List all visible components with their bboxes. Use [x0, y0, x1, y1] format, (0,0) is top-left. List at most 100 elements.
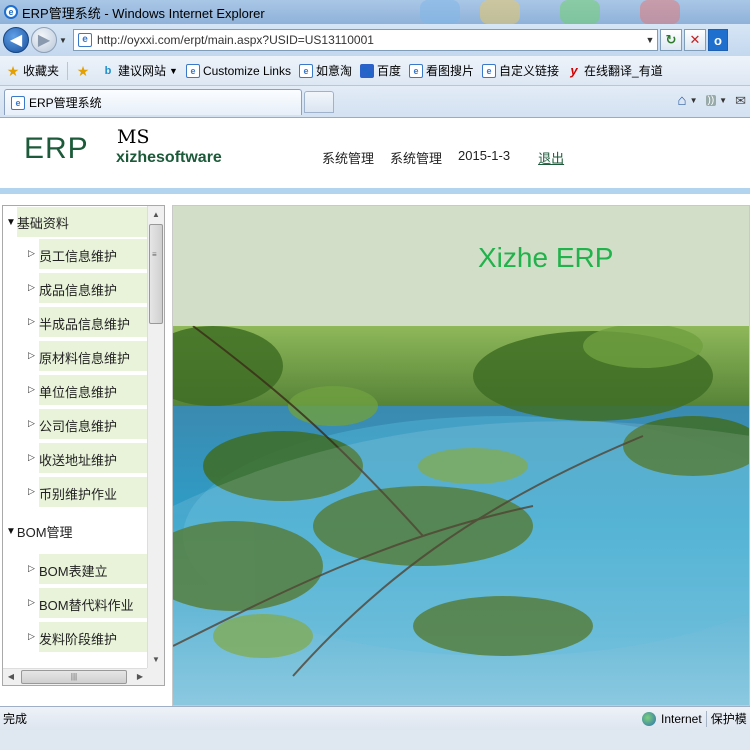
- caret-right-icon: ▷: [28, 631, 35, 641]
- menu-spacer: [3, 509, 148, 515]
- menu-item-label: 收送地址维护: [39, 453, 118, 468]
- caret-right-icon: ▷: [28, 563, 35, 573]
- menu-group-basic-data[interactable]: ▼ 基础资料: [3, 207, 148, 237]
- add-favorite-star-icon: ★: [76, 62, 90, 79]
- web-page: ERP MS xizhesoftware 系统管理 系统管理 2015-1-3 …: [0, 118, 750, 706]
- page-icon: e: [78, 33, 92, 47]
- scroll-left-arrow-icon[interactable]: ◀: [3, 669, 19, 685]
- favorite-link-custom-links[interactable]: e 自定义链接: [482, 62, 559, 79]
- menu-item[interactable]: ▷ 收送地址维护: [3, 441, 148, 475]
- home-dropdown-icon[interactable]: ▼: [690, 96, 698, 105]
- logo-company-name: xizhesoftware: [116, 149, 222, 166]
- recent-pages-dropdown[interactable]: ▼: [59, 36, 69, 45]
- header-nav-system-management[interactable]: 系统管理: [322, 148, 374, 167]
- menu-item-label: 成品信息维护: [39, 283, 118, 298]
- chevron-down-icon: ▼: [169, 65, 178, 76]
- tab-label: ERP管理系统: [29, 96, 102, 110]
- address-dropdown-icon[interactable]: ▼: [643, 35, 657, 45]
- tab-erp-system[interactable]: e ERP管理系统: [4, 89, 302, 115]
- menu-item[interactable]: ▷ 半成品信息维护: [3, 305, 148, 339]
- add-to-favorites-bar-button[interactable]: ★: [76, 64, 93, 78]
- menu-group-bom-management[interactable]: ▼ BOM管理: [3, 516, 148, 546]
- favorite-link-ruyitao[interactable]: e 如意淘: [298, 62, 352, 79]
- tab-bar: e ERP管理系统 ⌂ ▼ )) ▼ ✉: [0, 86, 750, 118]
- favorites-label: 收藏夹: [23, 64, 60, 78]
- menu-horizontal-scrollbar[interactable]: ◀ ||| ▶: [3, 668, 148, 685]
- menu-item-label: 单位信息维护: [39, 385, 118, 400]
- window-bottom-strip: [0, 730, 750, 750]
- scrollbar-thumb[interactable]: |||: [21, 670, 127, 684]
- favorite-link-image-search[interactable]: e 看图搜片: [409, 62, 474, 79]
- menu-item[interactable]: ▷ 原材料信息维护: [3, 339, 148, 373]
- scroll-grip-icon: ≡: [152, 250, 157, 259]
- taskbar-glow-decoration: [480, 0, 520, 24]
- window-title: ERP管理系统 - Windows Internet Explorer: [22, 5, 265, 21]
- favorites-separator: [67, 61, 69, 80]
- mail-icon[interactable]: ✉: [735, 93, 746, 109]
- favorites-button[interactable]: ★ 收藏夹: [6, 62, 59, 79]
- stop-button[interactable]: ✕: [684, 29, 706, 51]
- baidu-paw-icon: 🐾: [360, 63, 374, 78]
- ie-page-icon: e: [482, 63, 497, 78]
- menu-item[interactable]: ▷ 单位信息维护: [3, 373, 148, 407]
- favorite-link-youdao-translate[interactable]: y 在线翻译_有道: [567, 62, 663, 79]
- favorite-link-customize-links[interactable]: e Customize Links: [185, 63, 291, 78]
- back-button[interactable]: ◀: [3, 27, 29, 53]
- favorite-link-label: 百度: [377, 64, 402, 78]
- menu-item-label: 公司信息维护: [39, 419, 118, 434]
- taskbar-glow-decoration: [420, 0, 460, 24]
- header-nav-system-management-2[interactable]: 系统管理: [390, 148, 442, 167]
- menu-item[interactable]: ▷ 币别维护作业: [3, 475, 148, 509]
- window-titlebar: e ERP管理系统 - Windows Internet Explorer: [0, 0, 750, 24]
- taskbar-glow-decoration: [560, 0, 600, 24]
- favorite-link-label: 在线翻译_有道: [584, 64, 663, 78]
- scroll-down-arrow-icon[interactable]: ▼: [148, 651, 164, 668]
- menu-item-label: BOM表建立: [39, 564, 108, 579]
- globe-icon: [642, 711, 656, 726]
- menu-item-label: 原材料信息维护: [39, 351, 131, 366]
- forward-button[interactable]: ▶: [31, 27, 57, 53]
- address-bar[interactable]: e http://oyxxi.com/erpt/main.aspx?USID=U…: [73, 29, 658, 51]
- logo-erp-text: ERP: [24, 132, 89, 165]
- caret-down-icon: ▼: [6, 216, 16, 228]
- caret-down-icon: ▼: [6, 525, 16, 537]
- compatibility-refresh-button[interactable]: ↻: [660, 29, 682, 51]
- feeds-icon[interactable]: )): [705, 95, 717, 106]
- zone-label: Internet: [661, 711, 702, 726]
- page-header: ERP MS xizhesoftware 系统管理 系统管理 2015-1-3 …: [0, 118, 750, 194]
- menu-group-label: 基础资料: [16, 215, 69, 231]
- command-bar: ⌂ ▼ )) ▼ ✉: [670, 92, 746, 109]
- menu-item-label: 半成品信息维护: [39, 317, 131, 332]
- address-url[interactable]: http://oyxxi.com/erpt/main.aspx?USID=US1…: [97, 33, 643, 47]
- menu-item[interactable]: ▷ BOM替代料作业: [3, 586, 148, 620]
- new-tab-button[interactable]: [304, 91, 334, 113]
- internet-explorer-icon: e: [4, 5, 18, 19]
- menu-item[interactable]: ▷ 成品信息维护: [3, 271, 148, 305]
- logout-link[interactable]: 退出: [538, 148, 564, 167]
- favorite-link-suggested-sites[interactable]: b 建议网站 ▼: [101, 62, 178, 79]
- menu-group-label: BOM管理: [16, 524, 73, 540]
- menu-item[interactable]: ▷ 员工信息维护: [3, 237, 148, 271]
- scroll-up-arrow-icon[interactable]: ▲: [148, 206, 164, 223]
- taskbar-glow-decoration: [640, 0, 680, 24]
- status-bar: 完成 Internet 保护模: [0, 706, 750, 730]
- caret-right-icon: ▷: [28, 452, 35, 462]
- scroll-right-arrow-icon[interactable]: ▶: [132, 669, 148, 685]
- menu-item[interactable]: ▷ 公司信息维护: [3, 407, 148, 441]
- scrollbar-corner: [147, 668, 164, 685]
- menu-tree: ▼ 基础资料 ▷ 员工信息维护 ▷ 成品信息维护 ▷ 半成品信息维护 ▷ 原材料信息维护…: [3, 206, 148, 668]
- search-provider-icon[interactable]: o: [708, 29, 728, 51]
- security-zone[interactable]: Internet 保护模: [642, 710, 747, 727]
- caret-right-icon: ▷: [28, 248, 35, 258]
- menu-item[interactable]: ▷ BOM表建立: [3, 552, 148, 586]
- home-icon[interactable]: ⌂: [678, 92, 687, 109]
- favorite-link-baidu[interactable]: 🐾 百度: [360, 62, 401, 79]
- feeds-dropdown-icon[interactable]: ▼: [719, 96, 727, 105]
- favorite-link-label: 看图搜片: [426, 64, 475, 78]
- menu-item[interactable]: ▷ 发料阶段维护: [3, 620, 148, 654]
- menu-vertical-scrollbar[interactable]: ▲ ≡ ▼: [147, 206, 164, 668]
- menu-item-label: 发料阶段维护: [39, 632, 118, 647]
- scrollbar-thumb[interactable]: [149, 224, 163, 324]
- youdao-icon: y: [570, 62, 578, 78]
- logo-ms-text: MS: [117, 126, 150, 148]
